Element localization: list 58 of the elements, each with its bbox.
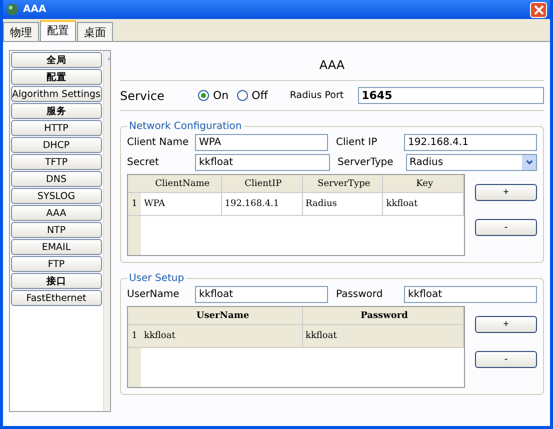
tab[interactable]: 桌面: [77, 22, 113, 41]
column-header[interactable]: Key: [383, 175, 464, 192]
table-button[interactable]: +: [475, 316, 537, 333]
sidebar-item[interactable]: TFTP: [11, 154, 102, 170]
close-icon: [534, 4, 544, 14]
sidebar-item[interactable]: 全局: [11, 52, 102, 68]
table-button[interactable]: -: [475, 351, 537, 368]
sidebar-item[interactable]: DNS: [11, 171, 102, 187]
field-label: Password: [336, 289, 384, 300]
tab[interactable]: 物理: [3, 22, 39, 41]
field-label: Secret: [127, 157, 160, 168]
sidebar-item[interactable]: NTP: [11, 222, 102, 238]
field-label: Radius Port: [290, 90, 344, 101]
table-cell: kkfloat: [302, 325, 464, 347]
column-header[interactable]: ClientName: [141, 175, 222, 192]
sidebar-item[interactable]: HTTP: [11, 120, 102, 136]
table-cell: WPA: [141, 193, 222, 215]
sidebar-item[interactable]: EMAIL: [11, 239, 102, 255]
input-field[interactable]: kkfloat: [195, 154, 330, 171]
sidebar-item[interactable]: FTP: [11, 256, 102, 272]
input-field[interactable]: WPA: [195, 134, 328, 151]
port-field[interactable]: 1645: [358, 87, 544, 104]
group-title: Network Configuration: [128, 121, 243, 132]
column-header[interactable]: ServerType: [302, 175, 384, 192]
sidebar-item[interactable]: FastEthernet: [11, 290, 102, 306]
input-field[interactable]: kkfloat: [404, 286, 537, 303]
sidebar-item[interactable]: Algorithm Settings: [11, 86, 102, 102]
column-header[interactable]: ClientIP: [222, 175, 302, 192]
input-field[interactable]: kkfloat: [195, 286, 328, 303]
column-header[interactable]: Password: [302, 307, 464, 324]
window-title: AAA: [23, 4, 48, 15]
radio-button[interactable]: On: [198, 89, 229, 102]
service-label: Service: [120, 88, 166, 102]
sidebar-item[interactable]: SYSLOG: [11, 188, 102, 204]
table-cell: Radius: [302, 193, 384, 215]
dropdown[interactable]: Radius: [406, 154, 537, 171]
table-button[interactable]: -: [475, 219, 537, 236]
field-label: Client IP: [336, 137, 378, 148]
app-icon: [6, 3, 19, 16]
sidebar-item[interactable]: 接口: [11, 273, 102, 289]
table-row[interactable]: 1 WPA 192.168.4.1 Radius kkfloat: [128, 193, 464, 216]
column-header[interactable]: UserName: [141, 307, 302, 324]
input-field[interactable]: 192.168.4.1: [404, 134, 537, 151]
group-title: User Setup: [128, 273, 186, 284]
sidebar-item[interactable]: AAA: [11, 205, 102, 221]
radio-button[interactable]: Off: [236, 89, 268, 102]
field-label: Client Name: [127, 137, 190, 148]
field-label: UserName: [127, 289, 180, 300]
table-row[interactable]: 1 kkfloat kkfloat: [128, 325, 464, 348]
panel-heading: AAA: [120, 58, 544, 81]
table-button[interactable]: +: [475, 184, 537, 201]
table-cell: kkfloat: [141, 325, 302, 347]
sidebar-item[interactable]: 服务: [11, 103, 102, 119]
sidebar-item[interactable]: DHCP: [11, 137, 102, 153]
tab[interactable]: 配置: [40, 20, 76, 41]
close-button[interactable]: [530, 2, 547, 18]
field-label: ServerType: [338, 157, 394, 168]
sidebar-item[interactable]: 配置: [11, 69, 102, 85]
